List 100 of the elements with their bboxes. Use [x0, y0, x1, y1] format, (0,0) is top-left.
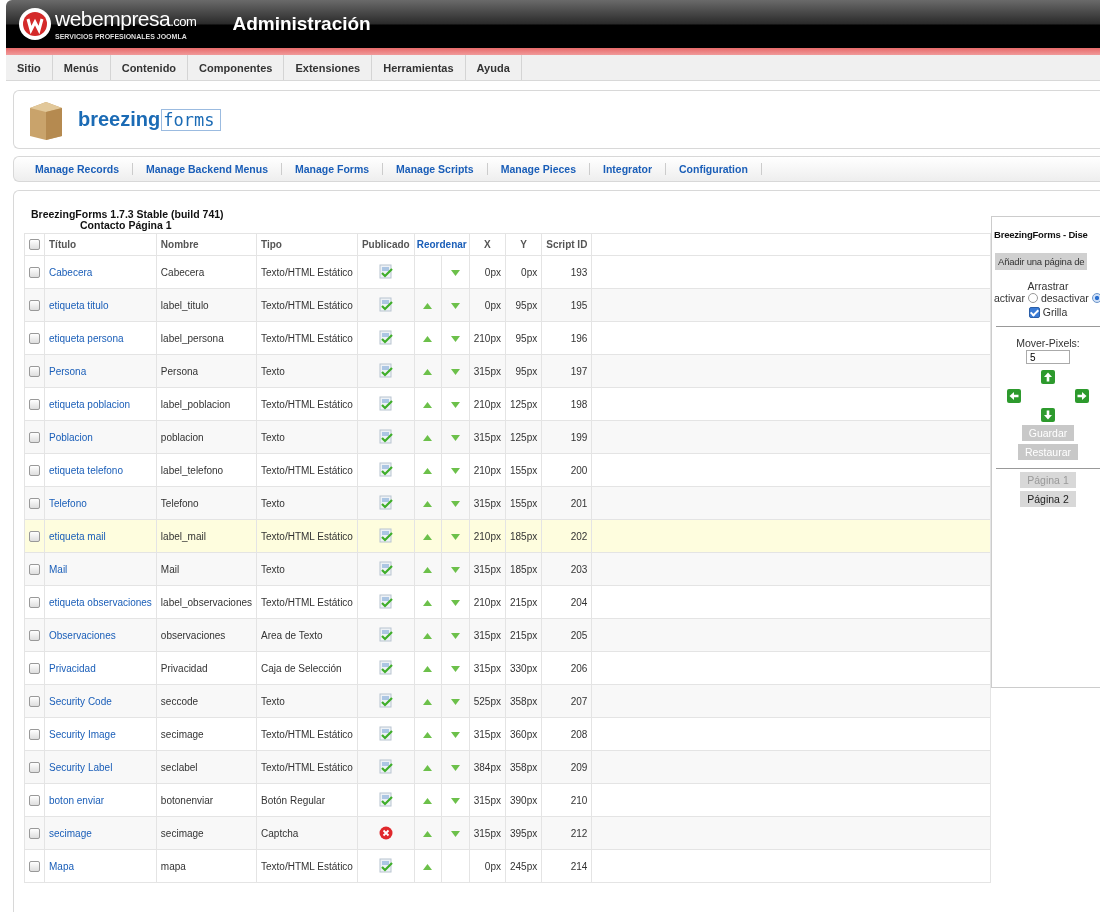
published-check-icon[interactable] — [377, 528, 394, 544]
pixels-input[interactable]: 5 — [1026, 350, 1070, 364]
up-arrow-icon[interactable] — [423, 566, 433, 573]
radio-button[interactable] — [1091, 293, 1100, 303]
checkbox[interactable] — [29, 860, 40, 872]
submenu-link[interactable]: Manage Pieces — [487, 163, 590, 175]
checkbox[interactable] — [29, 629, 40, 641]
published-check-icon[interactable] — [377, 627, 394, 643]
up-arrow-icon[interactable] — [423, 599, 433, 606]
move-down-icon[interactable] — [1041, 408, 1055, 422]
published-check-icon[interactable] — [377, 396, 394, 412]
submenu-link[interactable]: Manage Scripts — [383, 163, 488, 175]
submenu-link[interactable]: Manage Forms — [282, 163, 384, 175]
table-row[interactable]: Security Code seccode Texto 525px 358px 207 — [24, 684, 991, 718]
checkbox[interactable] — [29, 464, 40, 476]
published-check-icon[interactable] — [377, 693, 394, 709]
down-arrow-icon[interactable] — [450, 599, 460, 606]
table-row[interactable]: Persona Persona Texto 315px 95px 197 — [24, 354, 991, 388]
title-link[interactable]: boton enviar — [49, 794, 105, 806]
title-link[interactable]: Poblacion — [49, 431, 93, 443]
up-arrow-icon[interactable] — [423, 764, 433, 771]
up-arrow-icon[interactable] — [423, 401, 433, 408]
submenu-link[interactable]: Configuration — [666, 163, 762, 175]
down-arrow-icon[interactable] — [450, 764, 460, 771]
title-link[interactable]: Telefono — [49, 497, 87, 509]
table-row[interactable]: Observaciones observaciones Area de Texto 315px 215px 205 — [24, 618, 991, 652]
title-link[interactable]: Mail — [49, 563, 68, 575]
checkbox[interactable] — [29, 794, 40, 806]
published-check-icon[interactable] — [377, 495, 394, 511]
published-check-icon[interactable] — [377, 462, 394, 478]
up-arrow-icon[interactable] — [423, 467, 433, 474]
title-link[interactable]: Security Label — [49, 761, 113, 773]
table-row[interactable]: Security Label seclabel Texto/HTML Estático 384px 358px 209 — [24, 750, 991, 784]
table-row[interactable]: Cabecera Cabecera Texto/HTML Estático 0px 0px 193 — [24, 255, 991, 289]
up-arrow-icon[interactable] — [423, 434, 433, 441]
down-arrow-icon[interactable] — [450, 500, 460, 507]
down-arrow-icon[interactable] — [450, 401, 460, 408]
checkbox[interactable] — [29, 761, 40, 773]
checkbox[interactable] — [29, 239, 40, 251]
published-check-icon[interactable] — [377, 330, 394, 346]
title-link[interactable]: etiqueta titulo — [49, 299, 109, 311]
table-row[interactable]: Privacidad Privacidad Caja de Selección 315px 330px 206 — [24, 651, 991, 685]
table-row[interactable]: Poblacion poblacion Texto 315px 125px 199 — [24, 420, 991, 454]
checkbox[interactable] — [29, 299, 40, 311]
checkbox[interactable] — [29, 266, 40, 278]
published-check-icon[interactable] — [377, 561, 394, 577]
down-arrow-icon[interactable] — [450, 632, 460, 639]
page-button[interactable]: Página 2 — [1020, 491, 1076, 507]
checkbox[interactable] — [29, 662, 40, 674]
up-arrow-icon[interactable] — [423, 797, 433, 804]
move-right-icon[interactable] — [1075, 389, 1089, 403]
up-arrow-icon[interactable] — [423, 665, 433, 672]
submenu-link[interactable]: Manage Records — [22, 163, 134, 175]
checkbox[interactable] — [29, 530, 40, 542]
up-arrow-icon[interactable] — [423, 698, 433, 705]
published-check-icon[interactable] — [377, 759, 394, 775]
checkbox[interactable] — [29, 728, 40, 740]
table-row[interactable]: etiqueta observaciones label_observaciones Texto/HTML Estático 210px 215px 204 — [24, 585, 991, 619]
menu-item[interactable]: Herramientas — [372, 55, 466, 80]
table-row[interactable]: boton enviar botonenviar Botón Regular 315px 390px 210 — [24, 783, 991, 817]
up-arrow-icon[interactable] — [423, 500, 433, 507]
published-check-icon[interactable] — [377, 363, 394, 379]
table-row[interactable]: etiqueta telefono label_telefono Texto/HTML Estático 210px 155px 200 — [24, 453, 991, 487]
checkbox[interactable] — [1028, 306, 1040, 318]
title-link[interactable]: Cabecera — [49, 266, 93, 278]
down-arrow-icon[interactable] — [450, 665, 460, 672]
checkbox[interactable] — [29, 365, 40, 377]
table-row[interactable]: etiqueta persona label_persona Texto/HTML Estático 210px 95px 196 — [24, 321, 991, 355]
down-arrow-icon[interactable] — [450, 698, 460, 705]
column-header[interactable]: Reordenar — [414, 233, 470, 256]
move-up-icon[interactable] — [1041, 370, 1055, 384]
published-check-icon[interactable] — [377, 297, 394, 313]
title-link[interactable]: Mapa — [49, 860, 74, 872]
up-arrow-icon[interactable] — [423, 335, 433, 342]
menu-item[interactable]: Componentes — [188, 55, 285, 80]
published-check-icon[interactable] — [377, 429, 394, 445]
up-arrow-icon[interactable] — [423, 302, 433, 309]
down-arrow-icon[interactable] — [450, 533, 460, 540]
down-arrow-icon[interactable] — [450, 434, 460, 441]
title-link[interactable]: Privacidad — [49, 662, 96, 674]
published-check-icon[interactable] — [377, 594, 394, 610]
down-arrow-icon[interactable] — [450, 566, 460, 573]
title-link[interactable]: Persona — [49, 365, 87, 377]
published-check-icon[interactable] — [377, 264, 394, 280]
down-arrow-icon[interactable] — [450, 797, 460, 804]
menu-item[interactable]: Extensiones — [284, 55, 373, 80]
table-row[interactable]: etiqueta mail label_mail Texto/HTML Estático 210px 185px 202 — [24, 519, 991, 553]
checkbox[interactable] — [29, 431, 40, 443]
down-arrow-icon[interactable] — [450, 830, 460, 837]
table-row[interactable]: Mail Mail Texto 315px 185px 203 — [24, 552, 991, 586]
move-left-icon[interactable] — [1007, 389, 1021, 403]
down-arrow-icon[interactable] — [450, 368, 460, 375]
down-arrow-icon[interactable] — [450, 731, 460, 738]
up-arrow-icon[interactable] — [423, 368, 433, 375]
published-check-icon[interactable] — [377, 660, 394, 676]
menu-item[interactable]: Ayuda — [465, 55, 522, 80]
menu-item[interactable]: Menús — [52, 55, 111, 80]
title-link[interactable]: secimage — [49, 827, 92, 839]
checkbox[interactable] — [29, 497, 40, 509]
up-arrow-icon[interactable] — [423, 731, 433, 738]
